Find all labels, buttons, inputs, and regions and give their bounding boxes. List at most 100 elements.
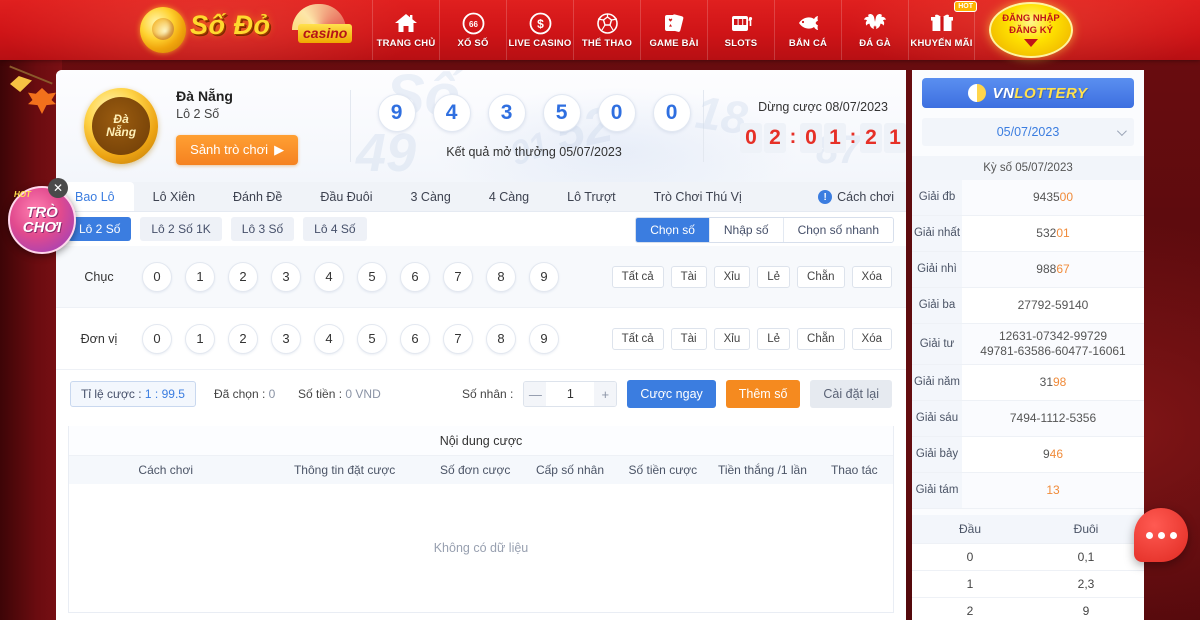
prize-highlight: 98: [1053, 375, 1067, 389]
game-header: Số 52 49 18 87 91 Đà Nẵng Đà Nẵng Lô 2 S…: [56, 70, 906, 182]
number-ball[interactable]: 6: [400, 323, 430, 354]
number-balls: 0 1 2 3 4 5 6 7 8 9: [142, 323, 559, 354]
prize-value: 946: [962, 442, 1144, 467]
number-ball[interactable]: 4: [314, 323, 344, 354]
prize-name: Giải năm: [912, 365, 962, 400]
prize-value: 943500: [962, 185, 1144, 210]
quick-chan[interactable]: Chẵn: [797, 327, 845, 350]
number-ball[interactable]: 3: [271, 323, 301, 354]
dau-duoi-header: Đầu Đuôi: [912, 515, 1144, 543]
prize-plain: 9: [1042, 447, 1050, 461]
nav-items: TRANG CHỦ 66 XỔ SỐ $ LIVE CASINO THỂ THA…: [372, 0, 977, 60]
quick-tai[interactable]: Tài: [670, 327, 707, 350]
lottery-66-icon: 66: [462, 11, 485, 35]
number-ball[interactable]: 5: [357, 323, 387, 354]
close-icon[interactable]: ✕: [48, 178, 68, 198]
quick-xoa[interactable]: Xóa: [851, 327, 892, 350]
chat-support-button[interactable]: [1134, 508, 1188, 562]
number-ball[interactable]: 2: [228, 261, 258, 292]
timer-digit: 1: [884, 122, 906, 153]
bet-table-header: Cách chơi Thông tin đặt cược Số đơn cược…: [69, 456, 893, 484]
bet-action-bar: Tỉ lệ cược : 1 : 99.5 Đã chọn : 0 Số tiề…: [56, 370, 906, 418]
bet-now-button[interactable]: Cược ngay: [627, 380, 716, 408]
nav-item-live-casino[interactable]: $ LIVE CASINO: [506, 0, 573, 60]
prize-plain: 532: [1036, 226, 1057, 240]
dau-value: 0: [966, 550, 974, 564]
nav-item-khuyen-mai[interactable]: HOT KHUYẾN MÃI: [908, 0, 977, 60]
add-number-button[interactable]: Thêm số: [725, 380, 801, 408]
prize-value: 98867: [962, 257, 1144, 282]
mode-chon-so-nhanh[interactable]: Chọn số nhanh: [782, 218, 893, 242]
tab-tro-choi-thu-vi[interactable]: Trò Chơi Thú Vị: [635, 182, 761, 211]
duoi-value: 2,3: [1077, 577, 1095, 591]
nav-item-slots[interactable]: SLOTS: [707, 0, 774, 60]
stepper-decrement-button[interactable]: —: [524, 382, 547, 406]
quick-chan[interactable]: Chẵn: [797, 265, 845, 288]
game-subtitle: Lô 2 Số: [176, 106, 220, 121]
nav-label: LIVE CASINO: [508, 38, 572, 49]
number-ball[interactable]: 2: [228, 323, 258, 354]
game-info: Đà Nẵng Lô 2 Số Sảnh trò chơi ▶: [176, 88, 340, 165]
nav-item-the-thao[interactable]: THỂ THAO: [573, 0, 640, 60]
soccer-ball-icon: [596, 11, 619, 35]
tab-lo-truot[interactable]: Lô Trượt: [548, 182, 635, 211]
quick-xoa[interactable]: Xóa: [851, 265, 892, 288]
mode-chon-so[interactable]: Chọn số: [636, 218, 709, 242]
quick-le[interactable]: Lẻ: [757, 327, 791, 350]
prize-row-nam: Giải năm 3198: [912, 365, 1144, 401]
number-ball[interactable]: 9: [529, 323, 559, 354]
quick-tai[interactable]: Tài: [670, 265, 707, 288]
tab-danh-de[interactable]: Đánh Đề: [214, 182, 301, 211]
number-ball[interactable]: 7: [443, 261, 473, 292]
number-ball[interactable]: 5: [357, 261, 387, 292]
divider: [703, 90, 704, 162]
quick-xiu[interactable]: Xỉu: [713, 327, 751, 350]
nav-item-xo-so[interactable]: 66 XỔ SỐ: [439, 0, 506, 60]
number-ball[interactable]: 0: [142, 323, 172, 354]
chip-lo-2-so-1k[interactable]: Lô 2 Số 1K: [140, 217, 222, 241]
chip-lo-3-so[interactable]: Lô 3 Số: [230, 217, 295, 241]
chip-lo-2-so[interactable]: Lô 2 Số: [68, 217, 132, 241]
reset-button[interactable]: Cài đặt lại: [810, 380, 892, 408]
tab-dau-duoi[interactable]: Đầu Đuôi: [301, 182, 391, 211]
home-icon: [394, 11, 418, 35]
number-ball[interactable]: 8: [486, 261, 516, 292]
number-ball[interactable]: 9: [529, 261, 559, 292]
stepper-increment-button[interactable]: +: [594, 382, 617, 406]
multiplier-input[interactable]: [546, 382, 595, 406]
tro-choi-floating-button[interactable]: HOT TRÒ CHƠI: [8, 186, 76, 254]
tab-lo-xien[interactable]: Lô Xiên: [134, 182, 214, 211]
quick-le[interactable]: Lẻ: [757, 265, 791, 288]
nav-item-game-bai[interactable]: GAME BÀI: [640, 0, 707, 60]
playing-cards-icon: [662, 11, 686, 35]
number-ball[interactable]: 8: [486, 323, 516, 354]
number-ball[interactable]: 7: [443, 323, 473, 354]
quick-xiu[interactable]: Xỉu: [713, 265, 751, 288]
nav-item-da-ga[interactable]: ĐÁ GÀ: [841, 0, 908, 60]
nav-item-trang-chu[interactable]: TRANG CHỦ: [372, 0, 439, 60]
prize-name: Giải tư: [912, 324, 962, 364]
prize-name: Giải ba: [912, 288, 962, 323]
site-logo[interactable]: Số Đỏ casino: [0, 0, 372, 60]
tro-choi-line2: CHƠI: [22, 219, 62, 236]
nav-item-ban-ca[interactable]: BẮN CÁ: [774, 0, 841, 60]
countdown-label: Dừng cược 08/07/2023: [758, 99, 888, 114]
timer-digit: 2: [860, 122, 882, 153]
tab-3-cang[interactable]: 3 Càng: [392, 182, 470, 211]
number-ball[interactable]: 0: [142, 261, 172, 292]
chip-lo-4-so[interactable]: Lô 4 Số: [303, 217, 367, 241]
how-to-play-link[interactable]: ! Cách chơi: [818, 182, 894, 212]
logo-swirl-icon: [140, 7, 186, 53]
login-register-button[interactable]: ĐĂNG NHẬP ĐĂNG KÝ: [989, 2, 1073, 58]
number-ball[interactable]: 6: [400, 261, 430, 292]
number-ball[interactable]: 1: [185, 323, 215, 354]
number-ball[interactable]: 3: [271, 261, 301, 292]
quick-tat-ca[interactable]: Tất cả: [611, 327, 664, 350]
date-selector[interactable]: 05/07/2023: [922, 118, 1134, 146]
mode-nhap-so[interactable]: Nhập số: [708, 218, 783, 242]
number-ball[interactable]: 1: [185, 261, 215, 292]
quick-tat-ca[interactable]: Tất cả: [611, 265, 664, 288]
tab-4-cang[interactable]: 4 Càng: [470, 182, 548, 211]
lobby-button[interactable]: Sảnh trò chơi ▶: [176, 134, 299, 165]
number-ball[interactable]: 4: [314, 261, 344, 292]
